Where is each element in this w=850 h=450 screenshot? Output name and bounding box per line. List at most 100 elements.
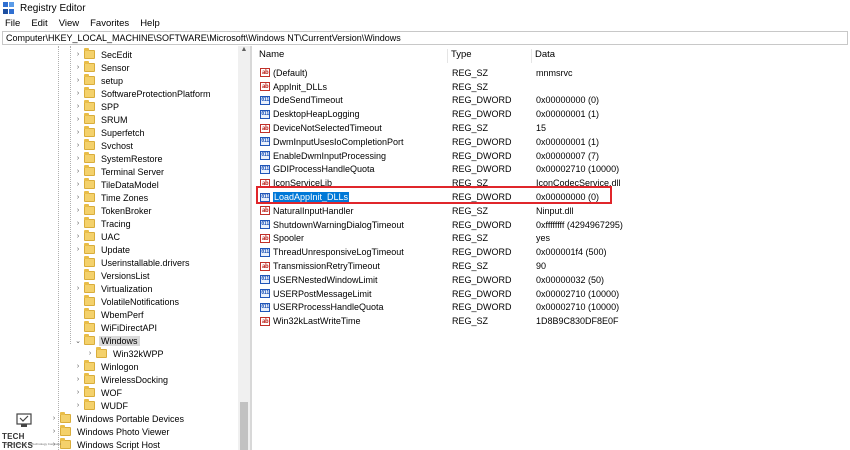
chevron-right-icon[interactable]: › [74, 191, 82, 204]
registry-value-row[interactable]: ab TransmissionRetryTimeout REG_SZ 90 [256, 259, 846, 273]
chevron-right-icon[interactable]: › [74, 217, 82, 230]
value-name-cell: 011 GDIProcessHandleQuota [260, 164, 375, 174]
registry-value-row[interactable]: ab (Default) REG_SZ mnmsrvc [256, 66, 846, 80]
tree-item[interactable]: WiFiDirectAPI [74, 321, 159, 334]
tree-item[interactable]: ⌄ Windows [74, 334, 140, 347]
menu-view[interactable]: View [54, 18, 85, 29]
chevron-right-icon[interactable]: › [74, 282, 82, 295]
chevron-right-icon[interactable] [74, 308, 82, 321]
chevron-right-icon[interactable]: › [74, 113, 82, 126]
value-type: REG_SZ [452, 261, 489, 272]
tree-item[interactable]: › Windows Photo Viewer [50, 425, 171, 438]
registry-value-row[interactable]: 011 ShutdownWarningDialogTimeout REG_DWORD… [256, 218, 846, 232]
folder-icon [84, 334, 95, 345]
tree-item[interactable]: › setup [74, 74, 125, 87]
registry-value-row[interactable]: 011 DwmInputUsesIoCompletionPort REG_DWORD… [256, 135, 846, 149]
tree-item[interactable]: › UAC [74, 230, 122, 243]
registry-value-row[interactable]: 011 ThreadUnresponsiveLogTimeout REG_DWORD… [256, 245, 846, 259]
chevron-right-icon[interactable]: › [74, 178, 82, 191]
chevron-right-icon[interactable]: › [74, 230, 82, 243]
tree-item[interactable]: › Virtualization [74, 282, 154, 295]
tree-item[interactable]: › WUDF [74, 399, 130, 412]
registry-value-row[interactable]: ab DeviceNotSelectedTimeout REG_SZ 15 [256, 121, 846, 135]
chevron-down-icon[interactable]: ⌄ [74, 334, 82, 347]
value-name: NaturalInputHandler [273, 205, 354, 216]
menu-favorites[interactable]: Favorites [85, 18, 135, 29]
chevron-right-icon[interactable]: › [74, 100, 82, 113]
registry-value-row[interactable]: 011 EnableDwmInputProcessing REG_DWORD 0x00… [256, 149, 846, 163]
tree-item[interactable]: › TokenBroker [74, 204, 154, 217]
tree-item[interactable]: › SystemRestore [74, 152, 165, 165]
tree-item[interactable]: › Tracing [74, 217, 133, 230]
tree-item[interactable]: › Win32kWPP [86, 347, 166, 360]
chevron-right-icon[interactable]: › [74, 48, 82, 61]
tree-item[interactable]: › Superfetch [74, 126, 147, 139]
column-header-name[interactable]: Name [256, 49, 448, 63]
registry-value-row[interactable]: ab Win32kLastWriteTime REG_SZ 1D8B9C830DF8E… [256, 314, 846, 328]
menu-file[interactable]: File [0, 18, 26, 29]
tree-item[interactable]: › SecEdit [74, 48, 134, 61]
tree-scrollbar[interactable]: ▲ [238, 46, 250, 450]
tree-item[interactable]: › SoftwareProtectionPlatform [74, 87, 213, 100]
chevron-right-icon[interactable]: › [74, 165, 82, 178]
tree-item[interactable]: VersionsList [74, 269, 152, 282]
tree-item[interactable]: VolatileNotifications [74, 295, 181, 308]
tree-item[interactable]: › Update [74, 243, 132, 256]
tree-item[interactable]: › WirelessDocking [74, 373, 170, 386]
chevron-right-icon[interactable] [74, 256, 82, 269]
string-value-icon: ab [260, 82, 270, 92]
tree-item[interactable]: › SRUM [74, 113, 130, 126]
chevron-right-icon[interactable]: › [74, 360, 82, 373]
tree-item[interactable]: › SPP [74, 100, 121, 113]
folder-icon [84, 178, 95, 189]
tree-item[interactable]: › Time Zones [74, 191, 150, 204]
value-type: REG_DWORD [452, 109, 512, 120]
tree-item[interactable]: Userinstallable.drivers [74, 256, 192, 269]
registry-value-row[interactable]: 011 DdeSendTimeout REG_DWORD 0x00000000 (0) [256, 94, 846, 108]
chevron-right-icon[interactable]: › [74, 87, 82, 100]
tree-item-label: TokenBroker [101, 205, 152, 216]
registry-value-row[interactable]: ab AppInit_DLLs REG_SZ [256, 80, 846, 94]
registry-value-row[interactable]: 011 USERProcessHandleQuota REG_DWORD 0x0000… [256, 301, 846, 315]
address-path: Computer\HKEY_LOCAL_MACHINE\SOFTWARE\Mic… [6, 33, 401, 43]
value-name-cell: 011 ShutdownWarningDialogTimeout [260, 220, 404, 230]
column-header-data[interactable]: Data [532, 49, 652, 63]
menu-edit[interactable]: Edit [26, 18, 53, 29]
registry-value-row[interactable]: 011 GDIProcessHandleQuota REG_DWORD 0x00002… [256, 163, 846, 177]
chevron-right-icon[interactable]: › [74, 243, 82, 256]
registry-value-row[interactable]: 011 USERPostMessageLimit REG_DWORD 0x000027… [256, 287, 846, 301]
chevron-right-icon[interactable] [74, 321, 82, 334]
chevron-right-icon[interactable]: › [74, 386, 82, 399]
registry-value-row[interactable]: ab Spooler REG_SZ yes [256, 232, 846, 246]
chevron-right-icon[interactable]: › [74, 126, 82, 139]
tree-item[interactable]: › Sensor [74, 61, 132, 74]
chevron-right-icon[interactable]: › [74, 152, 82, 165]
tree-item[interactable]: › Windows Script Host [50, 438, 162, 450]
address-bar[interactable]: Computer\HKEY_LOCAL_MACHINE\SOFTWARE\Mic… [2, 31, 848, 45]
chevron-right-icon[interactable] [74, 269, 82, 282]
tree-item[interactable]: WbemPerf [74, 308, 146, 321]
chevron-right-icon[interactable]: › [74, 74, 82, 87]
string-value-icon: ab [260, 233, 270, 243]
tree-item[interactable]: › Winlogon [74, 360, 141, 373]
chevron-right-icon[interactable]: › [86, 347, 94, 360]
tree-item[interactable]: › WOF [74, 386, 124, 399]
scrollbar-thumb[interactable] [240, 402, 248, 450]
tree-item[interactable]: › Svchost [74, 139, 135, 152]
menu-help[interactable]: Help [135, 18, 166, 29]
tree-item[interactable]: › Windows Portable Devices [50, 412, 186, 425]
chevron-right-icon[interactable]: › [74, 204, 82, 217]
registry-value-row[interactable]: ab NaturalInputHandler REG_SZ Ninput.dll [256, 204, 846, 218]
chevron-right-icon[interactable]: › [74, 139, 82, 152]
registry-value-row[interactable]: 011 USERNestedWindowLimit REG_DWORD 0x00000… [256, 273, 846, 287]
tree-item[interactable]: › Terminal Server [74, 165, 166, 178]
binary-value-icon: 011 [260, 302, 270, 312]
chevron-right-icon[interactable]: › [74, 61, 82, 74]
scroll-up-icon[interactable]: ▲ [238, 46, 250, 56]
registry-value-row[interactable]: 011 DesktopHeapLogging REG_DWORD 0x00000001… [256, 107, 846, 121]
chevron-right-icon[interactable]: › [74, 373, 82, 386]
tree-item[interactable]: › TileDataModel [74, 178, 161, 191]
chevron-right-icon[interactable] [74, 295, 82, 308]
chevron-right-icon[interactable]: › [74, 399, 82, 412]
column-header-type[interactable]: Type [448, 49, 532, 63]
